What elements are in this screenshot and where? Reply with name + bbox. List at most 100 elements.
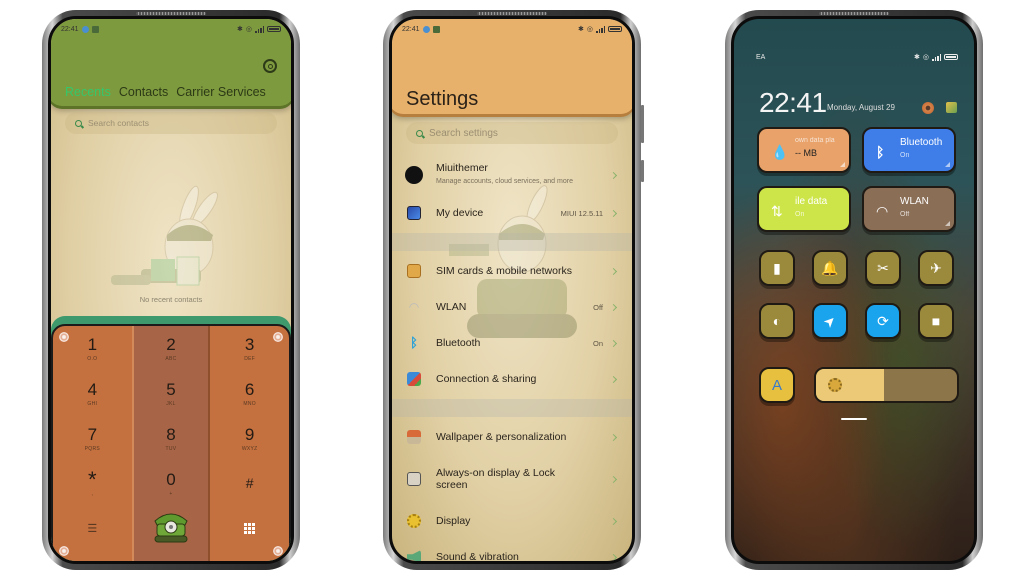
tile-subtitle: On — [795, 211, 805, 218]
battery-icon — [608, 26, 622, 32]
key-7[interactable]: 7 PQRS — [53, 416, 132, 461]
key-0[interactable]: 0 + — [134, 461, 209, 506]
tile-subtitle: Off — [900, 211, 910, 218]
section-divider — [392, 399, 632, 417]
brightness-slider[interactable] — [814, 367, 959, 403]
key-letters: , — [91, 490, 94, 497]
dark-mode-toggle[interactable]: ◐ — [759, 303, 795, 339]
status-bar: 22:41 ✱ ◎ — [51, 19, 291, 39]
settings-item-label: Sound & vibration — [436, 551, 519, 563]
airplane-mode-toggle[interactable]: ✈ — [918, 250, 954, 286]
keypad-icon[interactable] — [210, 506, 289, 551]
signal-icon — [255, 25, 264, 33]
key-letters: MNO — [243, 400, 256, 407]
settings-item-lock-screen[interactable]: Always-on display & Lock screen — [392, 455, 632, 503]
dialpad-column-middle: 2 ABC 5 JKL 8 TUV 0 + — [131, 326, 211, 561]
dialpad: 1 O.O 4 GHI 7 PQRS *, ☰ 2 ABC 5 JKL 8 TUV 0 + — [51, 324, 291, 561]
key-letters: JKL — [166, 400, 176, 407]
settings-item-label: Miuithemer — [436, 162, 488, 174]
key-digit: 6 — [244, 379, 255, 399]
edit-shortcut-icon[interactable] — [922, 102, 934, 114]
tab-contacts[interactable]: Contacts — [119, 85, 168, 99]
settings-screen: 22:41 ✱ ◎ Settings Search settings Miuit… — [389, 16, 635, 564]
key-4[interactable]: 4 GHI — [53, 371, 132, 416]
chevron-right-icon — [609, 209, 618, 217]
location-toggle[interactable]: ➤ — [812, 303, 848, 339]
settings-shortcut-icon[interactable] — [946, 102, 957, 113]
status-time: 22:41 — [61, 25, 79, 33]
keypad-glyph — [244, 523, 256, 534]
signal-icon — [596, 25, 605, 33]
empty-state-text: No recent contacts — [139, 295, 203, 304]
settings-item-label: Bluetooth — [436, 337, 481, 349]
key-9[interactable]: 9 WXYZ — [210, 416, 289, 461]
tab-carrier-services[interactable]: Carrier Services — [176, 85, 266, 99]
clock: 22:41 — [759, 87, 827, 118]
settings-item-wallpaper[interactable]: Wallpaper & personalization — [392, 419, 632, 455]
wlan-tile[interactable]: ◠ WLAN Off — [862, 186, 956, 232]
carrier-label: EA — [756, 53, 766, 61]
key-letters: PQRS — [84, 445, 101, 452]
key-star[interactable]: *, — [53, 461, 132, 506]
corner-ornament-icon — [59, 332, 69, 342]
speaker-grille — [477, 12, 547, 15]
settings-item-sim[interactable]: SIM cards & mobile networks — [392, 253, 632, 289]
settings-item-sound[interactable]: Sound & vibration — [392, 539, 632, 563]
chevron-right-icon — [609, 267, 618, 275]
list-menu-icon[interactable]: ☰ — [53, 506, 132, 551]
settings-item-bluetooth[interactable]: ᛒ Bluetooth On — [392, 325, 632, 361]
key-digit: 8 — [166, 424, 176, 444]
notifications-toggle[interactable]: 🔔 — [812, 250, 848, 286]
chevron-right-icon — [609, 375, 618, 383]
account-icon — [405, 166, 423, 184]
signal-icon — [932, 53, 941, 61]
settings-item-wlan[interactable]: ◠ WLAN Off — [392, 289, 632, 325]
settings-item-display[interactable]: Display — [392, 503, 632, 539]
bluetooth-status-icon: ✱ — [578, 26, 584, 33]
key-letters: GHI — [87, 400, 98, 407]
key-5[interactable]: 5 JKL — [134, 371, 209, 416]
chevron-right-icon — [609, 553, 618, 561]
auto-brightness-toggle[interactable]: A — [759, 367, 795, 403]
search-placeholder: Search settings — [429, 127, 498, 139]
search-icon — [75, 119, 82, 127]
screen-record-toggle[interactable]: ■ — [918, 303, 954, 339]
tab-recents[interactable]: Recents — [65, 85, 111, 99]
gear-icon[interactable] — [263, 59, 277, 73]
battery-icon — [267, 26, 281, 32]
expand-corner-icon — [945, 221, 950, 226]
screenshot-toggle[interactable]: ✂ — [865, 250, 901, 286]
chevron-right-icon — [609, 433, 618, 441]
settings-item-connection[interactable]: Connection & sharing — [392, 361, 632, 397]
tile-title: WLAN — [900, 196, 929, 207]
key-hash[interactable]: # — [210, 461, 289, 506]
rotation-lock-toggle[interactable]: ⟳ — [865, 303, 901, 339]
sound-icon — [407, 550, 421, 561]
key-letters: DEF — [244, 355, 256, 362]
mobile-data-tile[interactable]: ⇅ ile data On — [757, 186, 851, 232]
screenshot-icon: ✂ — [877, 259, 889, 276]
corner-ornament-icon — [273, 332, 283, 342]
settings-item-account[interactable]: Miuithemer Manage accounts, cloud service… — [392, 155, 632, 195]
tile-title: ile data — [795, 196, 828, 207]
key-8[interactable]: 8 TUV — [134, 416, 209, 461]
tank-phone-call-icon[interactable] — [151, 509, 191, 545]
key-6[interactable]: 6 MNO — [210, 371, 289, 416]
bluetooth-tile[interactable]: ᛒ Bluetooth On — [862, 127, 956, 173]
home-indicator[interactable] — [841, 418, 867, 420]
water-drop-icon: 💧 — [771, 144, 789, 160]
tile-title: Bluetooth — [900, 137, 943, 148]
volume-button — [641, 105, 644, 143]
search-contacts-input[interactable]: Search contacts — [65, 112, 277, 134]
data-plan-tile[interactable]: 💧 own data pla -- MB — [757, 127, 851, 173]
key-digit: 3 — [244, 334, 255, 354]
video-camera-icon: ■ — [931, 313, 941, 329]
notification-icon — [81, 25, 89, 33]
settings-item-my-device[interactable]: My device MIUI 12.5.11 — [392, 195, 632, 231]
key-2[interactable]: 2 ABC — [134, 326, 209, 371]
settings-item-label: Connection & sharing — [436, 373, 537, 385]
notification-icon — [422, 25, 430, 33]
search-settings-input[interactable]: Search settings — [406, 122, 618, 144]
key-letters: ABC — [165, 355, 177, 362]
flashlight-toggle[interactable]: ▮ — [759, 250, 795, 286]
